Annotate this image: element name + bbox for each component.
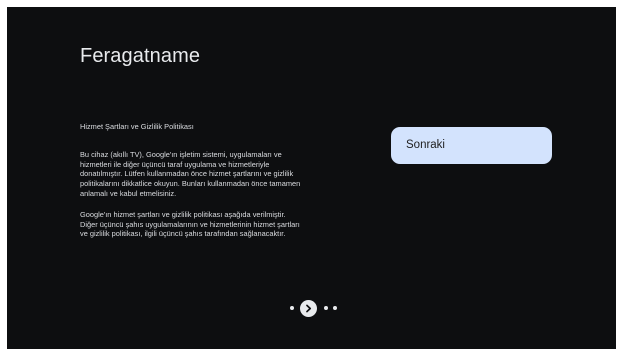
document-line: hizmetleri ile diğer üçüncü taraf uygula… <box>80 159 270 169</box>
page-title: Feragatname <box>80 45 201 67</box>
document-line: ve gizlilik politikası, ilgili üçüncü şa… <box>80 229 286 239</box>
page-dot <box>332 306 337 310</box>
next-button[interactable]: Sonraki <box>391 127 552 164</box>
chevron-right-icon <box>306 304 312 312</box>
disclaimer-screen: Feragatname Hizmet Şartları ve Gizlilik … <box>7 7 616 349</box>
document-heading: Hizmet Şartları ve Gizlilik Politikası <box>80 122 194 131</box>
document-line: politikalarını dikkatlice okuyun. Bunlar… <box>80 179 301 189</box>
document-line: donatılmıştır. Lütfen kullanmadan önce h… <box>80 169 294 179</box>
document-line: Google'ın hizmet şartları ve gizlilik po… <box>80 209 286 219</box>
scroll-fade <box>80 256 365 274</box>
next-page-button[interactable] <box>300 299 317 317</box>
page-dot <box>323 306 328 310</box>
document-line: Diğer üçüncü şahıs uygulamalarının ve hi… <box>80 219 300 229</box>
document-paragraph: Google'ın hizmet şartları ve gizlilik po… <box>80 210 365 239</box>
document-line: anlamalı ve kabul etmelisiniz. <box>80 188 177 198</box>
page-dot <box>289 306 294 310</box>
document-paragraph: Bu cihaz (akıllı TV), Google'ın işletim … <box>80 150 365 199</box>
document-line: Bu cihaz (akıllı TV), Google'ın işletim … <box>80 149 282 159</box>
terms-document[interactable]: Hizmet Şartları ve Gizlilik Politikası B… <box>80 122 365 274</box>
page-indicator <box>287 298 339 318</box>
